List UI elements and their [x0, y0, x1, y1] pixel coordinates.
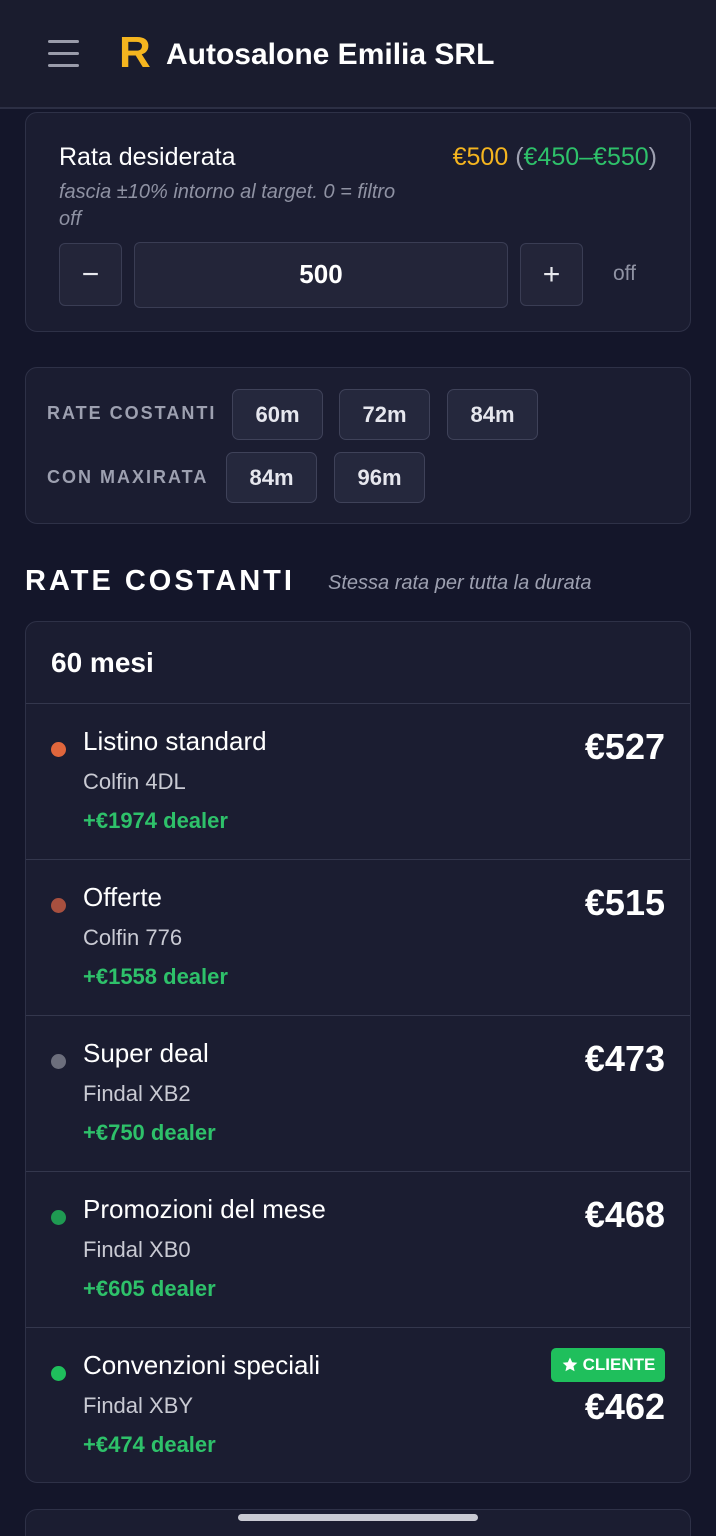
offer-name: Super deal — [83, 1038, 209, 1068]
offer-row[interactable]: Convenzioni speciali Findal XBY +€474 de… — [26, 1328, 690, 1482]
target-rate-card: Rata desiderata €500 (€450–€550) fascia … — [25, 112, 691, 332]
offers-list-card: 60 mesi Listino standard Colfin 4DL +€19… — [25, 621, 691, 1483]
section-subtitle: Stessa rata per tutta la durata — [328, 572, 592, 594]
offer-name: Listino standard — [83, 726, 267, 756]
status-dot — [51, 898, 66, 913]
offer-monthly-price: €473 — [584, 1038, 665, 1079]
status-dot — [51, 742, 66, 757]
offer-name: Promozioni del mese — [83, 1194, 326, 1224]
term-chip-72m[interactable]: 72m — [339, 389, 430, 440]
offer-financing-code: Findal XB2 — [83, 1081, 191, 1106]
offer-monthly-price: €462 — [584, 1386, 665, 1427]
hamburger-menu-icon[interactable] — [48, 40, 79, 68]
offer-row[interactable]: Offerte Colfin 776 +€1558 dealer €515 — [26, 860, 690, 1016]
offer-financing-code: Findal XB0 — [83, 1237, 191, 1262]
offer-dealer-margin: +€1974 dealer — [83, 808, 228, 833]
offer-name: Convenzioni speciali — [83, 1350, 321, 1380]
target-rate-input[interactable]: 500 — [134, 242, 508, 308]
filter-off-button[interactable]: off — [613, 262, 636, 286]
home-indicator[interactable] — [238, 1514, 478, 1521]
section-title: RATE COSTANTI — [25, 565, 295, 597]
offer-monthly-price: €515 — [584, 882, 665, 923]
increment-button[interactable]: + — [520, 243, 583, 306]
costanti-row-label: RATE COSTANTI — [47, 403, 217, 423]
offer-dealer-margin: +€474 dealer — [83, 1432, 216, 1457]
app-title: Autosalone Emilia SRL — [166, 38, 495, 71]
term-chip-84m[interactable]: 84m — [447, 389, 538, 440]
target-rate-hint: fascia ±10% intorno al target. 0 = filtr… — [59, 181, 396, 230]
decrement-button[interactable]: − — [59, 243, 122, 306]
status-dot — [51, 1210, 66, 1225]
target-rate-label: Rata desiderata — [59, 143, 236, 171]
offer-name: Offerte — [83, 882, 163, 912]
offer-monthly-price: €468 — [584, 1194, 665, 1235]
offer-monthly-price: €527 — [584, 726, 665, 767]
target-rate-range: €450–€550 — [523, 143, 649, 171]
maxirata-row-label: CON MAXIRATA — [47, 467, 209, 487]
client-badge: CLIENTE — [551, 1348, 665, 1382]
target-rate-summary: €500 (€450–€550) — [452, 143, 657, 171]
offer-dealer-margin: +€605 dealer — [83, 1276, 216, 1301]
status-dot — [51, 1054, 66, 1069]
term-chip-60m[interactable]: 60m — [232, 389, 323, 440]
duration-title: 60 mesi — [51, 646, 154, 678]
status-dot — [51, 1366, 66, 1381]
star-icon — [562, 1357, 577, 1372]
maxirata-chip-96m[interactable]: 96m — [334, 452, 425, 503]
offer-row[interactable]: Listino standard Colfin 4DL +€1974 deale… — [26, 704, 690, 860]
offer-dealer-margin: +€750 dealer — [83, 1120, 216, 1145]
term-filter-card: RATE COSTANTI 60m 72m 84m CON MAXIRATA 8… — [25, 367, 691, 524]
app-header: R Autosalone Emilia SRL — [0, 0, 716, 109]
client-badge-label: CLIENTE — [582, 1355, 656, 1374]
duration-header: 60 mesi — [26, 622, 690, 704]
target-rate-value: €500 — [452, 143, 509, 171]
offer-row[interactable]: Super deal Findal XB2 +€750 dealer €473 — [26, 1016, 690, 1172]
offer-financing-code: Findal XBY — [83, 1393, 194, 1418]
maxirata-chip-84m[interactable]: 84m — [226, 452, 317, 503]
brand-logo: R — [119, 28, 151, 77]
offer-financing-code: Colfin 776 — [83, 925, 183, 950]
offer-dealer-margin: +€1558 dealer — [83, 964, 228, 989]
offer-row[interactable]: Promozioni del mese Findal XB0 +€605 dea… — [26, 1172, 690, 1328]
offer-financing-code: Colfin 4DL — [83, 769, 186, 794]
